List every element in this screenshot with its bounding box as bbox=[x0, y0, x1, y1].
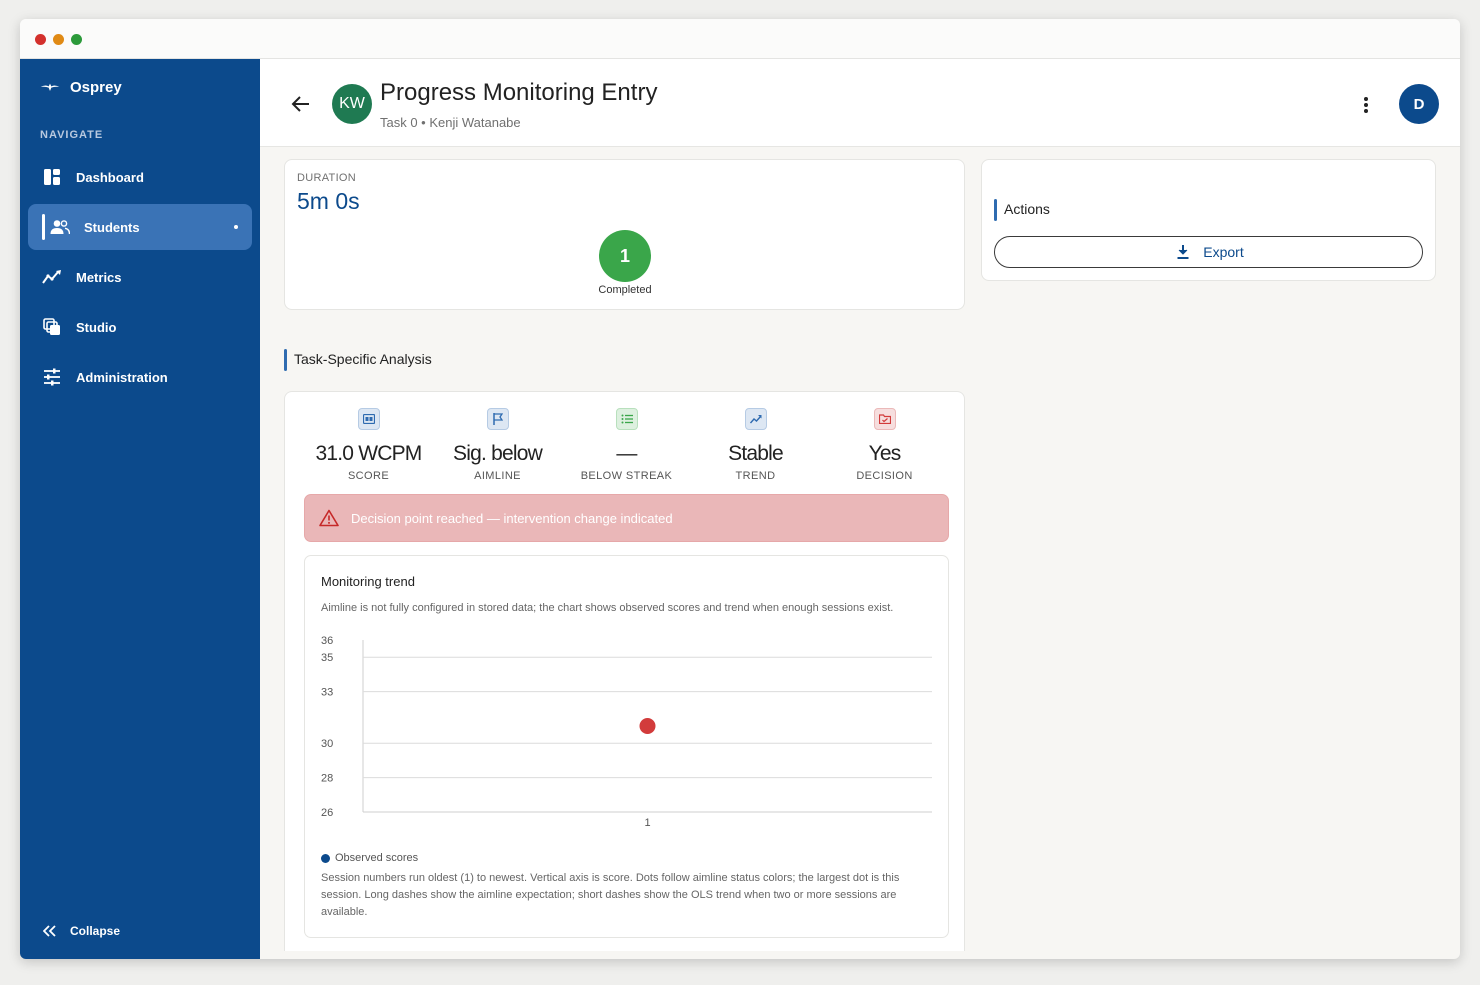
sidebar-item-label: Students bbox=[84, 219, 140, 235]
metrics-icon bbox=[42, 267, 62, 287]
chart-legend: Observed scores bbox=[321, 852, 418, 864]
duration-label: DURATION bbox=[297, 172, 357, 184]
sidebar-item-dashboard[interactable]: Dashboard bbox=[28, 154, 252, 200]
sidebar-item-label: Studio bbox=[76, 319, 117, 335]
metric-trend: Stable TREND bbox=[691, 408, 820, 482]
analysis-title: Task-Specific Analysis bbox=[284, 349, 432, 371]
arrow-left-icon bbox=[290, 94, 310, 114]
legend-label: Observed scores bbox=[335, 852, 419, 864]
sidebar: Osprey NAVIGATE Dashboard Students Metri… bbox=[20, 59, 260, 959]
back-button[interactable] bbox=[288, 92, 312, 116]
trend-icon bbox=[744, 408, 767, 430]
window-close-dot[interactable] bbox=[35, 34, 46, 45]
warning-triangle-icon bbox=[319, 508, 339, 528]
user-avatar[interactable]: D bbox=[1399, 84, 1439, 124]
monitoring-trend-card: Monitoring trend Aimline is not fully co… bbox=[304, 555, 949, 938]
sidebar-item-label: Metrics bbox=[76, 269, 122, 285]
y-tick-label: 33 bbox=[321, 687, 333, 699]
analysis-card: 31.0 WCPM SCORE Sig. below AIMLINE — BEL… bbox=[284, 391, 965, 951]
sidebar-item-label: Dashboard bbox=[76, 169, 144, 185]
osprey-logo-icon bbox=[40, 77, 60, 97]
more-options-button[interactable] bbox=[1356, 95, 1376, 115]
more-vertical-icon bbox=[1356, 95, 1376, 115]
data-point bbox=[639, 718, 656, 734]
window-titlebar bbox=[20, 19, 1460, 59]
duration-card: DURATION 5m 0s 1 Completed bbox=[284, 159, 965, 310]
active-indicator bbox=[42, 214, 45, 240]
metric-label: DECISION bbox=[856, 470, 913, 482]
sidebar-item-students[interactable]: Students bbox=[28, 204, 252, 250]
flag-icon bbox=[486, 408, 509, 430]
metric-aimline: Sig. below AIMLINE bbox=[433, 408, 562, 482]
page-title: Progress Monitoring Entry bbox=[380, 79, 658, 106]
y-tick-label: 28 bbox=[321, 773, 333, 785]
student-avatar: KW bbox=[332, 84, 372, 124]
legend-marker bbox=[321, 853, 330, 863]
y-tick-label: 35 bbox=[321, 652, 333, 664]
sidebar-item-studio[interactable]: Studio bbox=[28, 304, 252, 350]
y-tick-label: 36 bbox=[321, 636, 333, 647]
active-dot bbox=[234, 225, 238, 229]
page-header: KW Progress Monitoring Entry Task 0 • Ke… bbox=[260, 59, 1460, 147]
brand[interactable]: Osprey bbox=[40, 77, 122, 97]
sidebar-item-label: Administration bbox=[76, 369, 168, 385]
window-minimize-dot[interactable] bbox=[53, 34, 64, 45]
metric-decision: Yes DECISION bbox=[820, 408, 949, 482]
decision-alert: Decision point reached — intervention ch… bbox=[304, 494, 949, 542]
collapse-label: Collapse bbox=[70, 924, 121, 938]
chart-note: Session numbers run oldest (1) to newest… bbox=[321, 872, 900, 918]
metric-below-streak: — BELOW STREAK bbox=[562, 408, 691, 482]
metric-value: 31.0 WCPM bbox=[315, 442, 423, 465]
x-tick-label: 1 bbox=[644, 817, 650, 829]
metric-label: TREND bbox=[735, 470, 776, 482]
metric-value: Yes bbox=[868, 442, 902, 465]
actions-card: Actions Export bbox=[981, 159, 1436, 281]
sliders-icon bbox=[42, 367, 62, 387]
metric-label: BELOW STREAK bbox=[580, 470, 673, 482]
sidebar-item-administration[interactable]: Administration bbox=[28, 354, 252, 400]
download-icon bbox=[1173, 242, 1193, 262]
y-tick-label: 26 bbox=[321, 807, 333, 819]
studio-icon bbox=[42, 317, 62, 337]
nav-heading: NAVIGATE bbox=[40, 129, 104, 141]
double-chevron-left-icon bbox=[40, 921, 60, 941]
list-icon bbox=[615, 408, 638, 430]
y-tick-label: 30 bbox=[321, 738, 333, 750]
export-label: Export bbox=[1203, 244, 1244, 260]
metric-label: AIMLINE bbox=[474, 470, 521, 482]
alert-text: Decision point reached — intervention ch… bbox=[351, 510, 673, 526]
completed-label: Completed bbox=[598, 284, 652, 296]
people-icon bbox=[50, 217, 70, 237]
actions-title: Actions bbox=[994, 199, 1050, 221]
trend-chart: 26 28 30 33 35 36 1 bbox=[321, 636, 932, 829]
metric-value: — bbox=[616, 442, 637, 465]
metric-score: 31.0 WCPM SCORE bbox=[304, 408, 433, 482]
metric-label: SCORE bbox=[347, 470, 390, 482]
completed-count: 1 bbox=[599, 230, 651, 282]
dashboard-icon bbox=[42, 167, 62, 187]
app-window: Osprey NAVIGATE Dashboard Students Metri… bbox=[20, 19, 1460, 959]
collapse-button[interactable]: Collapse bbox=[40, 921, 120, 941]
trend-title: Monitoring trend bbox=[321, 574, 415, 589]
trend-description: Aimline is not fully configured in store… bbox=[321, 602, 894, 614]
window-maximize-dot[interactable] bbox=[71, 34, 82, 45]
metric-value: Stable bbox=[728, 442, 784, 465]
export-button[interactable]: Export bbox=[994, 236, 1423, 268]
duration-value: 5m 0s bbox=[297, 188, 360, 214]
sidebar-item-metrics[interactable]: Metrics bbox=[28, 254, 252, 300]
metric-value: Sig. below bbox=[453, 442, 543, 465]
folder-icon bbox=[873, 408, 896, 430]
score-icon bbox=[357, 408, 380, 430]
brand-name: Osprey bbox=[70, 78, 122, 96]
page-subtitle: Task 0 • Kenji Watanabe bbox=[380, 115, 521, 130]
